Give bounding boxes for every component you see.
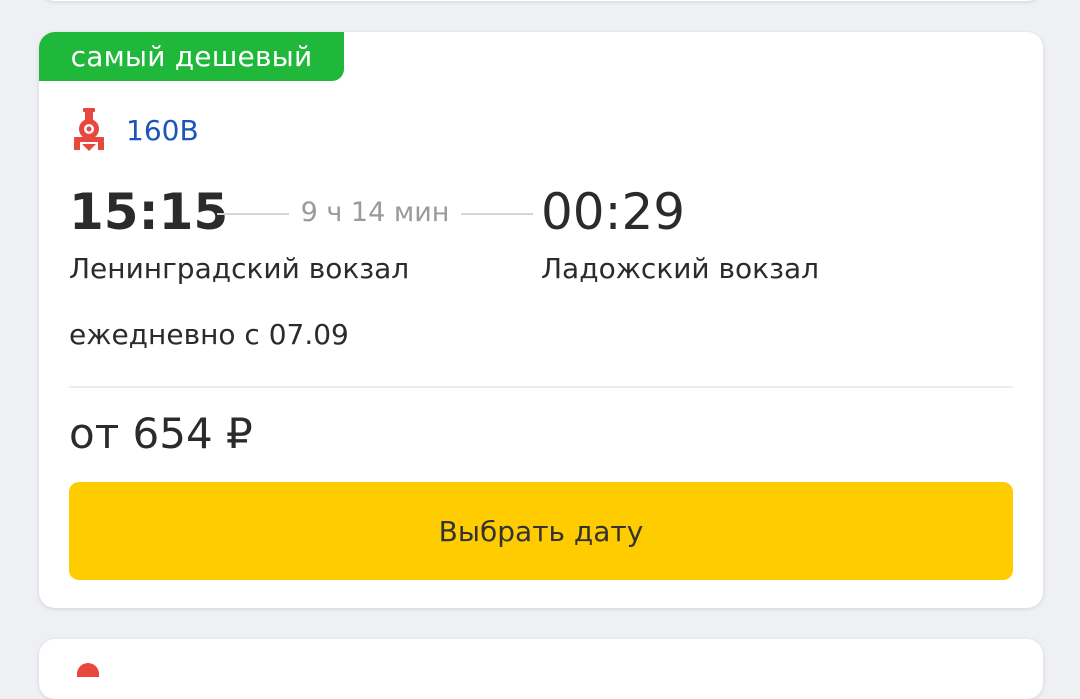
duration-line-right (461, 213, 533, 215)
locomotive-icon (74, 108, 104, 151)
departure-time: 15:15 (69, 183, 229, 241)
cheapest-badge: самый дешевый (39, 32, 344, 81)
departure-station: Ленинградский вокзал (69, 252, 410, 285)
arrival-station: Ладожский вокзал (541, 252, 820, 285)
duration-line-left (217, 213, 289, 215)
train-info: 160В (72, 107, 199, 153)
arrival-time: 00:29 (541, 183, 686, 241)
locomotive-icon (77, 663, 99, 677)
train-number[interactable]: 160В (126, 114, 199, 147)
price: от 654 ₽ (69, 409, 253, 458)
divider (69, 386, 1013, 388)
schedule-text: ежедневно с 07.09 (69, 318, 349, 351)
select-date-button[interactable]: Выбрать дату (69, 482, 1013, 580)
previous-route-card[interactable] (39, 0, 1043, 1)
next-route-card[interactable] (39, 639, 1043, 699)
trip-duration: 9 ч 14 мин (300, 197, 450, 228)
route-card[interactable]: самый дешевый 160В 15:15 9 ч 14 мин 00:2… (39, 32, 1043, 608)
